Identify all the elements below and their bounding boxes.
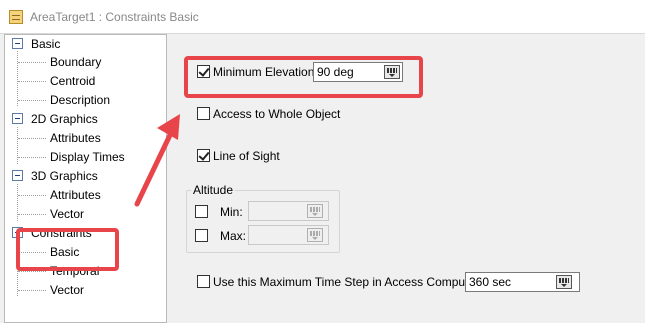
tree-item-description[interactable]: Description	[50, 92, 110, 108]
tree-item-display-times[interactable]: Display Times	[50, 149, 125, 165]
tree-section-label: Basic	[31, 37, 61, 51]
tree-item-2d-attributes[interactable]: Attributes	[50, 130, 101, 146]
tree-section-label: 3D Graphics	[31, 169, 98, 183]
units-dropdown-icon[interactable]	[556, 275, 572, 289]
units-dropdown-icon	[307, 204, 323, 218]
units-dropdown-icon	[307, 228, 323, 242]
max-time-step-checkbox[interactable]	[197, 275, 210, 288]
properties-tree: Basic Boundary Centroid Description 2D G…	[4, 34, 167, 323]
tree-item-temporal[interactable]: Temporal	[50, 263, 99, 279]
tree-section-label: 2D Graphics	[31, 112, 98, 126]
minus-expander-icon[interactable]	[12, 170, 23, 181]
tree-item-constraints-vector[interactable]: Vector	[50, 282, 84, 298]
minus-expander-icon[interactable]	[12, 113, 23, 124]
whole-object-label: Access to Whole Object	[213, 107, 341, 121]
whole-object-checkbox[interactable]	[197, 107, 210, 120]
tree-item-centroid[interactable]: Centroid	[50, 73, 95, 89]
constraints-panel: Minimum Elevation: 90 deg Access to Whol…	[170, 34, 645, 323]
min-elevation-checkbox[interactable]	[197, 65, 210, 78]
altitude-group-title: Altitude	[191, 183, 236, 197]
tree-item-constraints-basic[interactable]: Basic	[50, 244, 79, 260]
app-window: AreaTarget1 : Constraints Basic Basic Bo…	[0, 0, 645, 323]
min-elevation-label: Minimum Elevation:	[213, 65, 318, 79]
window-title: AreaTarget1 : Constraints Basic	[30, 10, 199, 24]
altitude-min-label: Min:	[220, 205, 243, 219]
units-dropdown-icon[interactable]	[384, 65, 400, 79]
minus-expander-icon[interactable]	[12, 227, 23, 238]
tree-section-label: Constraints	[31, 226, 92, 240]
altitude-max-checkbox[interactable]	[195, 229, 208, 242]
tree-item-3d-attributes[interactable]: Attributes	[50, 187, 101, 203]
tree-item-boundary[interactable]: Boundary	[50, 54, 101, 70]
minus-expander-icon[interactable]	[12, 38, 23, 49]
notepad-icon	[9, 10, 23, 24]
altitude-min-checkbox[interactable]	[195, 205, 208, 218]
title-bar[interactable]: AreaTarget1 : Constraints Basic	[0, 0, 645, 34]
line-of-sight-checkbox[interactable]	[197, 149, 210, 162]
line-of-sight-label: Line of Sight	[213, 149, 280, 163]
altitude-max-label: Max:	[220, 229, 247, 243]
max-time-step-label: Use this Maximum Time Step in Access Com…	[213, 275, 501, 289]
tree-item-3d-vector[interactable]: Vector	[50, 206, 84, 222]
